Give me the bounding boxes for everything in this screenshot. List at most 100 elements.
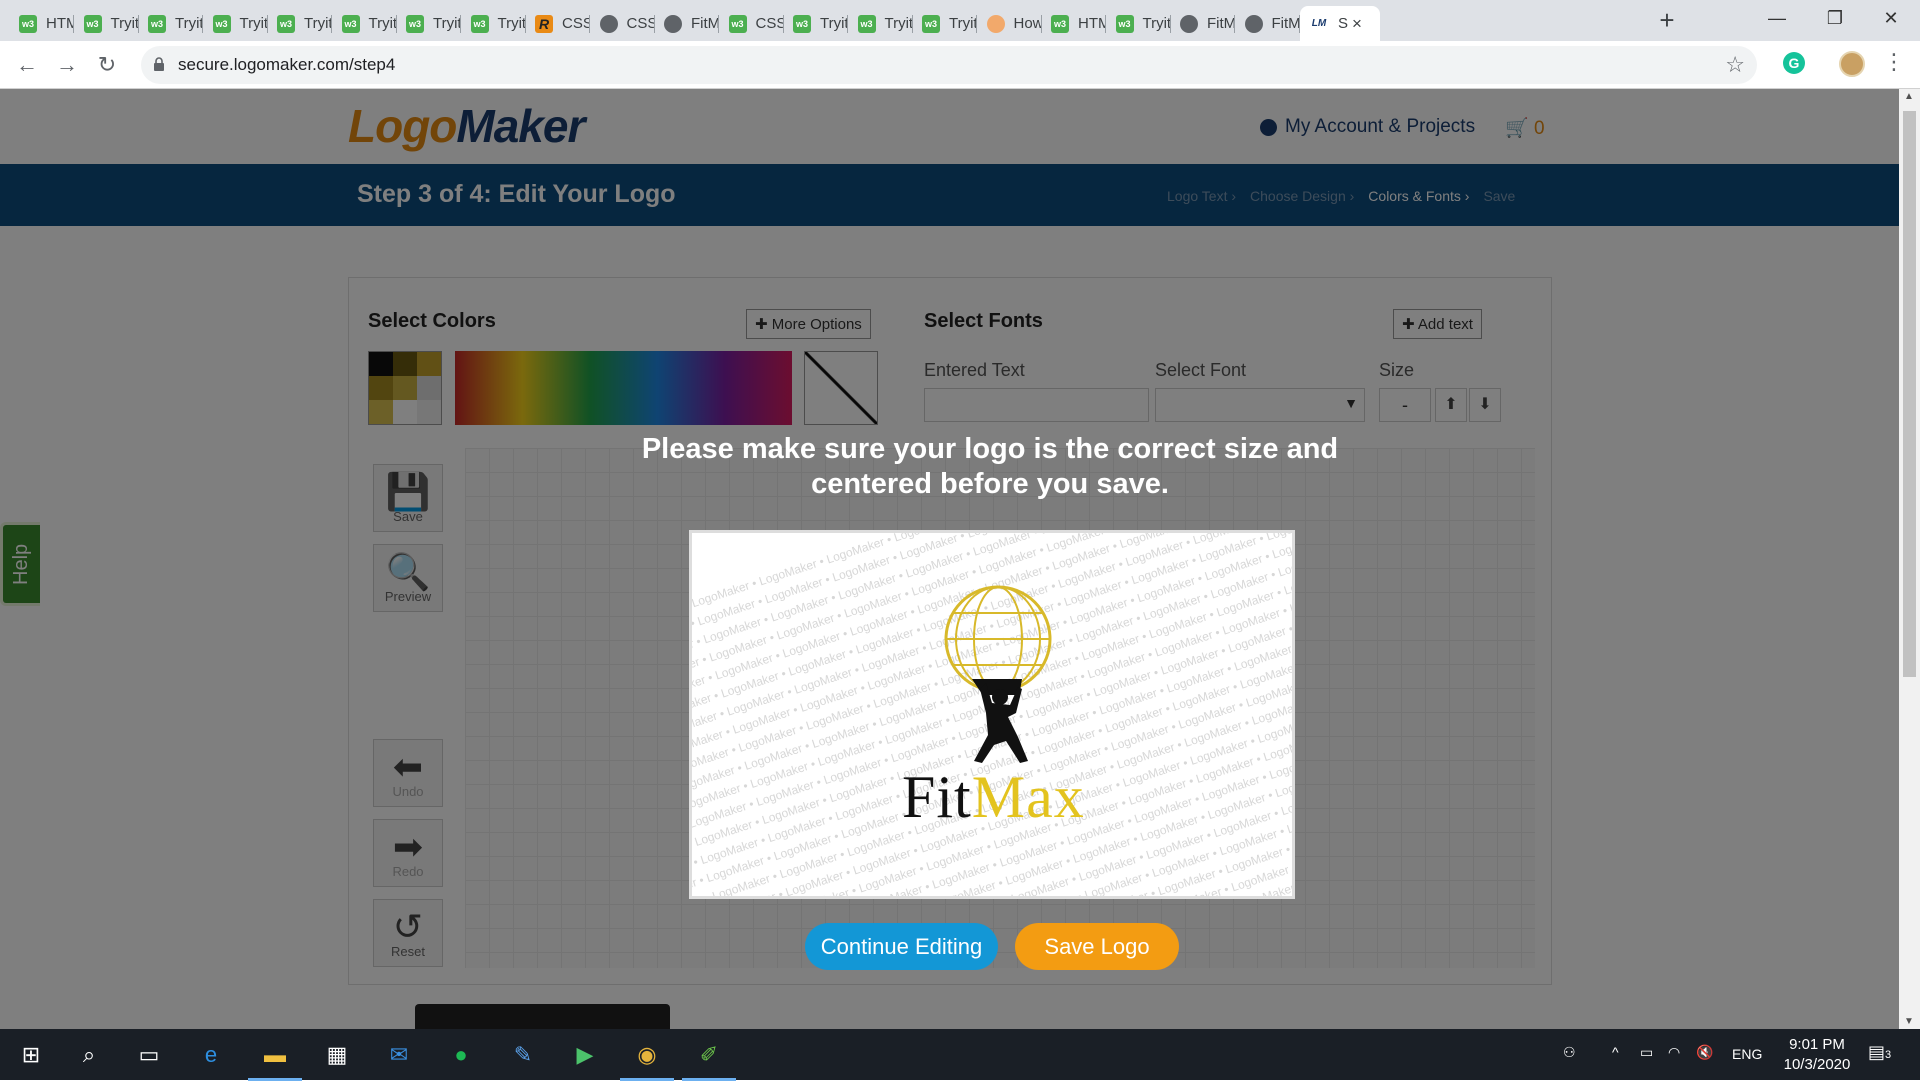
browser-tab-strip: w3 HTM w3 Tryit w3 Tryit w3 Tryit w3 Tryit w3 Tryit…	[0, 0, 1920, 41]
clock[interactable]: 9:01 PM 10/3/2020	[1777, 1035, 1857, 1075]
browser-tab[interactable]: How	[978, 6, 1042, 41]
w3-icon: w3	[83, 14, 102, 33]
browser-tab[interactable]: w3 HTM	[1042, 6, 1106, 41]
tab-label: Tryit	[949, 15, 977, 32]
tab-label: Tryit	[110, 15, 139, 32]
new-tab-button[interactable]: +	[1650, 6, 1684, 36]
volume-muted-icon[interactable]: 🔇	[1696, 1044, 1713, 1061]
edge-icon[interactable]: e	[196, 1040, 226, 1070]
forward-button[interactable]: →	[52, 51, 82, 79]
file-explorer-icon[interactable]: ▬	[248, 1040, 302, 1081]
browser-tab[interactable]: w3 CSS	[720, 6, 784, 41]
w3-icon: w3	[406, 14, 424, 33]
browser-tab[interactable]: LM S ×	[1300, 6, 1380, 41]
browser-tab[interactable]: CSS	[591, 6, 655, 41]
profile-avatar[interactable]	[1839, 51, 1865, 77]
tab-label: CSS	[626, 15, 655, 32]
tab-label: HTM	[46, 15, 74, 32]
tab-label: FitM	[691, 15, 719, 32]
restore-button[interactable]: ❐	[1806, 0, 1864, 36]
spotify-icon[interactable]: ●	[446, 1040, 476, 1070]
notepad-plus-icon[interactable]: ✐	[682, 1040, 736, 1081]
atlas-figure-icon	[974, 683, 1028, 763]
close-window-button[interactable]: ✕	[1862, 0, 1920, 36]
tab-label: CSS	[562, 15, 590, 32]
browser-tab[interactable]: w3 Tryit	[268, 6, 332, 41]
tab-label: S	[1338, 15, 1349, 32]
browser-menu-icon[interactable]: ⋮	[1883, 49, 1905, 75]
page-content: LogoMaker My Account & Projects 🛒 0 Step…	[0, 89, 1899, 1029]
editor-app-icon[interactable]: ✎	[508, 1040, 538, 1070]
globe-icon	[1244, 14, 1263, 33]
lm-icon: LM	[1309, 14, 1329, 33]
language-indicator[interactable]: ENG	[1732, 1046, 1762, 1062]
url-text: secure.logomaker.com/step4	[178, 55, 396, 74]
mail-icon[interactable]: ✉	[384, 1040, 414, 1070]
clock-date: 10/3/2020	[1783, 1056, 1851, 1073]
page-scrollbar[interactable]: ▲ ▼	[1899, 89, 1920, 1029]
battery-icon[interactable]: ▭	[1640, 1044, 1653, 1061]
w3-icon: w3	[341, 14, 360, 33]
w3-icon: w3	[19, 14, 37, 33]
tab-label: Tryit	[175, 15, 203, 32]
start-icon[interactable]: ⊞	[16, 1040, 46, 1070]
tab-label: How	[1013, 15, 1042, 32]
chrome-icon[interactable]: ◉	[620, 1040, 674, 1081]
browser-tab[interactable]: w3 Tryit	[333, 6, 397, 41]
search-icon[interactable]: ⌕	[74, 1040, 104, 1070]
modal-message-line2: centered before you save.	[811, 468, 1169, 500]
wifi-icon[interactable]: ◠	[1668, 1044, 1680, 1061]
save-logo-button[interactable]: Save Logo	[1015, 923, 1179, 970]
people-icon[interactable]: ⚇	[1563, 1044, 1576, 1061]
reload-button[interactable]: ↻	[92, 51, 122, 79]
browser-tab[interactable]: w3 Tryit	[784, 6, 848, 41]
modal-overlay: Please make sure your logo is the correc…	[0, 89, 1899, 1029]
tab-label: HTM	[1078, 15, 1106, 32]
tray-expand-icon[interactable]: ^	[1612, 1044, 1619, 1060]
globe-icon	[599, 14, 618, 33]
brand-part2: Max	[971, 764, 1085, 830]
scroll-up-icon[interactable]: ▲	[1904, 91, 1914, 102]
browser-tab[interactable]: w3 Tryit	[913, 6, 977, 41]
grammarly-extension-icon[interactable]: G	[1783, 52, 1805, 74]
browser-tab[interactable]: w3 Tryit	[397, 6, 461, 41]
w3-icon: w3	[922, 14, 940, 33]
browser-tab[interactable]: FitM	[1236, 6, 1300, 41]
browser-tab[interactable]: FitM	[655, 6, 719, 41]
close-tab-icon[interactable]: ×	[1352, 14, 1362, 34]
logo-preview: LogoMaker • LogoMaker • LogoMaker • Logo…	[689, 530, 1295, 899]
continue-editing-button[interactable]: Continue Editing	[805, 923, 998, 970]
windows-taskbar: ⊞ ⌕ ▭ e ▬ ▦ ✉ ● ✎ ▶ ◉ ✐ ⚇ ^ ▭ ◠ 🔇 ENG 9:…	[0, 1029, 1920, 1081]
address-bar[interactable]: secure.logomaker.com/step4 ☆	[141, 46, 1757, 84]
browser-tab[interactable]: w3 Tryit	[204, 6, 268, 41]
lock-icon	[154, 57, 164, 71]
brand-part1: Fit	[902, 764, 972, 830]
scroll-down-icon[interactable]: ▼	[1904, 1016, 1914, 1027]
notification-center-icon[interactable]: ▤3	[1868, 1042, 1891, 1063]
globe-atlas-logo-icon	[944, 585, 1052, 695]
scroll-thumb[interactable]	[1903, 111, 1916, 677]
browser-tab[interactable]: w3 HTM	[10, 6, 74, 41]
browser-tab[interactable]: w3 Tryit	[849, 6, 913, 41]
back-button[interactable]: ←	[12, 51, 42, 79]
browser-tab[interactable]: w3 Tryit	[139, 6, 203, 41]
w3-icon: w3	[728, 14, 747, 33]
tab-label: Tryit	[497, 15, 526, 32]
browser-tab[interactable]: R CSS	[526, 6, 590, 41]
how-icon	[986, 14, 1005, 33]
task-view-icon[interactable]: ▭	[134, 1040, 164, 1070]
store-icon[interactable]: ▦	[322, 1040, 352, 1070]
browser-tab[interactable]: w3 Tryit	[462, 6, 526, 41]
media-player-icon[interactable]: ▶	[570, 1040, 600, 1070]
minimize-button[interactable]: —	[1748, 0, 1806, 36]
tab-label: Tryit	[820, 15, 848, 32]
tab-label: Tryit	[304, 15, 332, 32]
tab-label: FitM	[1271, 15, 1300, 32]
fitmax-brand-text: FitMax	[902, 763, 1085, 832]
bookmark-star-icon[interactable]: ☆	[1725, 52, 1745, 78]
browser-tab[interactable]: w3 Tryit	[75, 6, 139, 41]
clock-time: 9:01 PM	[1789, 1036, 1845, 1053]
browser-tab[interactable]: w3 Tryit	[1107, 6, 1171, 41]
w3-icon: w3	[277, 14, 295, 33]
browser-tab[interactable]: FitM	[1171, 6, 1235, 41]
